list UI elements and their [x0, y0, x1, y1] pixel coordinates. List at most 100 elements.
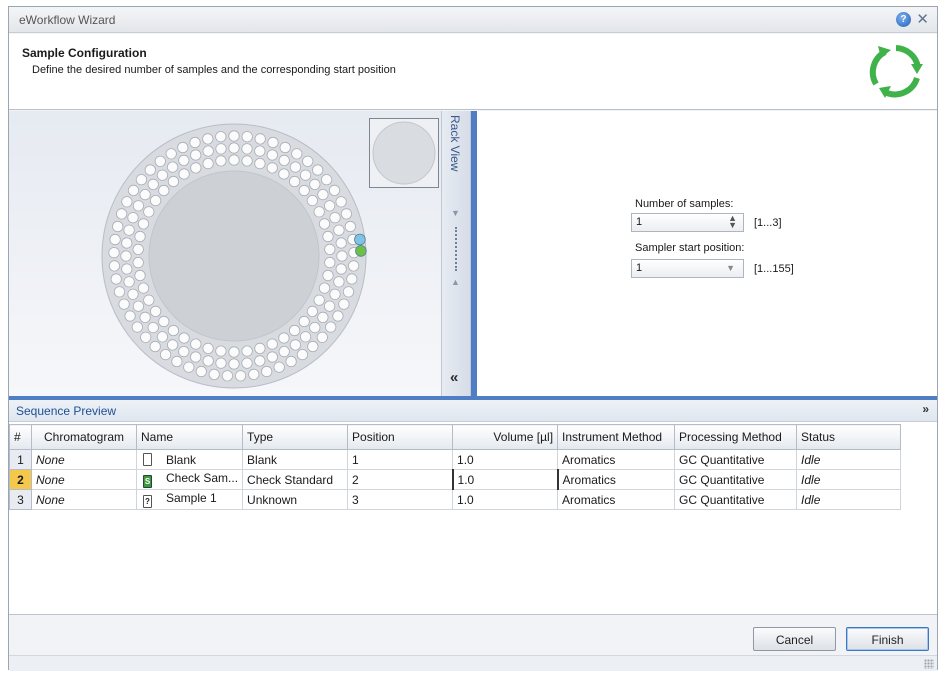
vial-slot[interactable] [340, 208, 352, 220]
vial-slot[interactable] [325, 321, 337, 333]
vial-slot[interactable] [322, 230, 334, 243]
vial-slot[interactable] [137, 282, 150, 294]
vial-slot[interactable] [167, 339, 179, 351]
column-header[interactable]: Volume [µl] [452, 424, 559, 450]
vial-slot[interactable] [134, 269, 146, 282]
start-position-select[interactable]: 1 ▼ [631, 259, 744, 278]
vial-slot[interactable] [329, 212, 341, 224]
splitter-grip[interactable] [455, 227, 457, 271]
column-header[interactable]: Name [135, 424, 244, 450]
vial-slot[interactable] [333, 276, 345, 288]
vial-slot[interactable] [178, 346, 190, 358]
resize-grip-icon[interactable] [924, 659, 934, 669]
vial-slot[interactable] [254, 145, 266, 157]
vial-slot[interactable] [241, 345, 253, 357]
vial-slot[interactable] [254, 157, 266, 170]
vial-slot[interactable] [289, 161, 301, 173]
vial-slot[interactable] [228, 346, 240, 358]
rack-view-tab[interactable]: Rack View ▼ ▲ « [441, 111, 471, 396]
vial-slot[interactable] [324, 257, 336, 269]
vial-slot[interactable] [144, 164, 156, 176]
volume-cell[interactable]: 1.0 [452, 489, 559, 510]
vial-slot[interactable] [254, 133, 266, 145]
vial-slot[interactable] [159, 349, 172, 361]
vial-slot[interactable] [127, 288, 139, 300]
vial-slot[interactable] [289, 175, 301, 188]
vial-slot[interactable] [149, 340, 161, 353]
vial-slot[interactable] [215, 155, 227, 167]
vial-slot[interactable] [267, 136, 279, 149]
vial-slot[interactable] [113, 286, 126, 298]
vial-slot[interactable] [228, 130, 240, 142]
vial-slot[interactable] [190, 338, 202, 350]
vial-slot[interactable] [147, 178, 159, 191]
name-cell[interactable]: S Check Sam... [135, 469, 244, 490]
vial-slot[interactable] [221, 370, 233, 382]
vial-slot[interactable] [127, 212, 139, 224]
vial-slot[interactable] [202, 157, 214, 170]
vial-slot[interactable] [178, 154, 190, 167]
finish-button[interactable]: Finish [846, 627, 929, 651]
vial-slot[interactable] [137, 218, 150, 230]
vial-slot[interactable] [112, 220, 124, 233]
volume-cell[interactable]: 1.0 [451, 469, 559, 490]
vial-slot[interactable] [116, 208, 128, 220]
type-cell[interactable]: Unknown [242, 489, 349, 510]
vial-slot[interactable] [127, 184, 140, 197]
vial-slot[interactable] [124, 310, 136, 322]
chevron-down-icon[interactable]: ▼ [726, 263, 735, 273]
vial-slot[interactable] [147, 322, 159, 334]
vial-slot[interactable] [195, 365, 207, 378]
vial-slot[interactable] [348, 260, 360, 272]
vial-slot[interactable] [154, 155, 166, 167]
vial-slot[interactable] [171, 355, 183, 368]
vial-slot[interactable] [228, 154, 240, 166]
vial-slot[interactable] [190, 149, 202, 161]
vial-slot[interactable] [335, 263, 347, 275]
column-header[interactable]: # [9, 424, 32, 450]
vial-slot[interactable] [248, 368, 260, 380]
chromatogram-cell[interactable]: None [31, 449, 137, 470]
vial-slot[interactable] [335, 237, 347, 249]
name-cell[interactable]: Blank [135, 449, 244, 470]
vial-slot[interactable] [158, 315, 170, 328]
vial-slot[interactable] [329, 288, 341, 300]
vial-slot[interactable] [312, 164, 324, 176]
vial-slot[interactable] [121, 237, 133, 249]
vial-slot[interactable] [338, 298, 350, 310]
vial-slot[interactable] [139, 311, 151, 323]
vial-slot[interactable] [278, 154, 290, 167]
vial-slot[interactable] [342, 286, 355, 298]
vial-slot[interactable] [266, 162, 278, 174]
vial-slot[interactable] [121, 196, 133, 208]
table-row[interactable]: 2 None S Check Sam... Check Standard 2 1.… [9, 469, 902, 490]
vial-slot[interactable] [289, 324, 301, 337]
cancel-button[interactable]: Cancel [753, 627, 836, 651]
vial-slot[interactable] [324, 200, 336, 212]
chromatogram-cell[interactable]: None [31, 489, 137, 510]
position-cell[interactable]: 3 [347, 489, 454, 510]
vial-slot[interactable] [266, 149, 278, 161]
vial-slot[interactable] [165, 148, 177, 160]
vial-slot[interactable] [140, 331, 152, 343]
vial-slot[interactable] [132, 300, 145, 312]
table-row[interactable]: 1 None Blank Blank 1 1.0 Aromatics GC Qu… [9, 449, 902, 470]
vial-slot[interactable] [202, 133, 214, 145]
vial-slot[interactable] [108, 260, 120, 272]
processing-method-cell[interactable]: GC Quantitative [674, 469, 798, 490]
vial-slot[interactable] [309, 322, 321, 334]
vial-slot[interactable] [298, 315, 310, 328]
vial-slot[interactable] [307, 340, 319, 353]
vial-slot[interactable] [178, 332, 190, 344]
vial-slot[interactable] [108, 247, 120, 259]
vial-slot[interactable] [167, 161, 179, 173]
type-cell[interactable]: Blank [242, 449, 349, 470]
vial-slot[interactable] [120, 250, 132, 262]
vial-slot[interactable] [123, 224, 135, 236]
vial-slot[interactable] [346, 273, 358, 285]
column-header[interactable]: Type [242, 424, 349, 450]
vial-slot[interactable] [322, 269, 334, 282]
vial-slot[interactable] [190, 351, 202, 363]
vial-slot[interactable] [328, 184, 341, 197]
processing-method-cell[interactable]: GC Quantitative [674, 449, 798, 470]
